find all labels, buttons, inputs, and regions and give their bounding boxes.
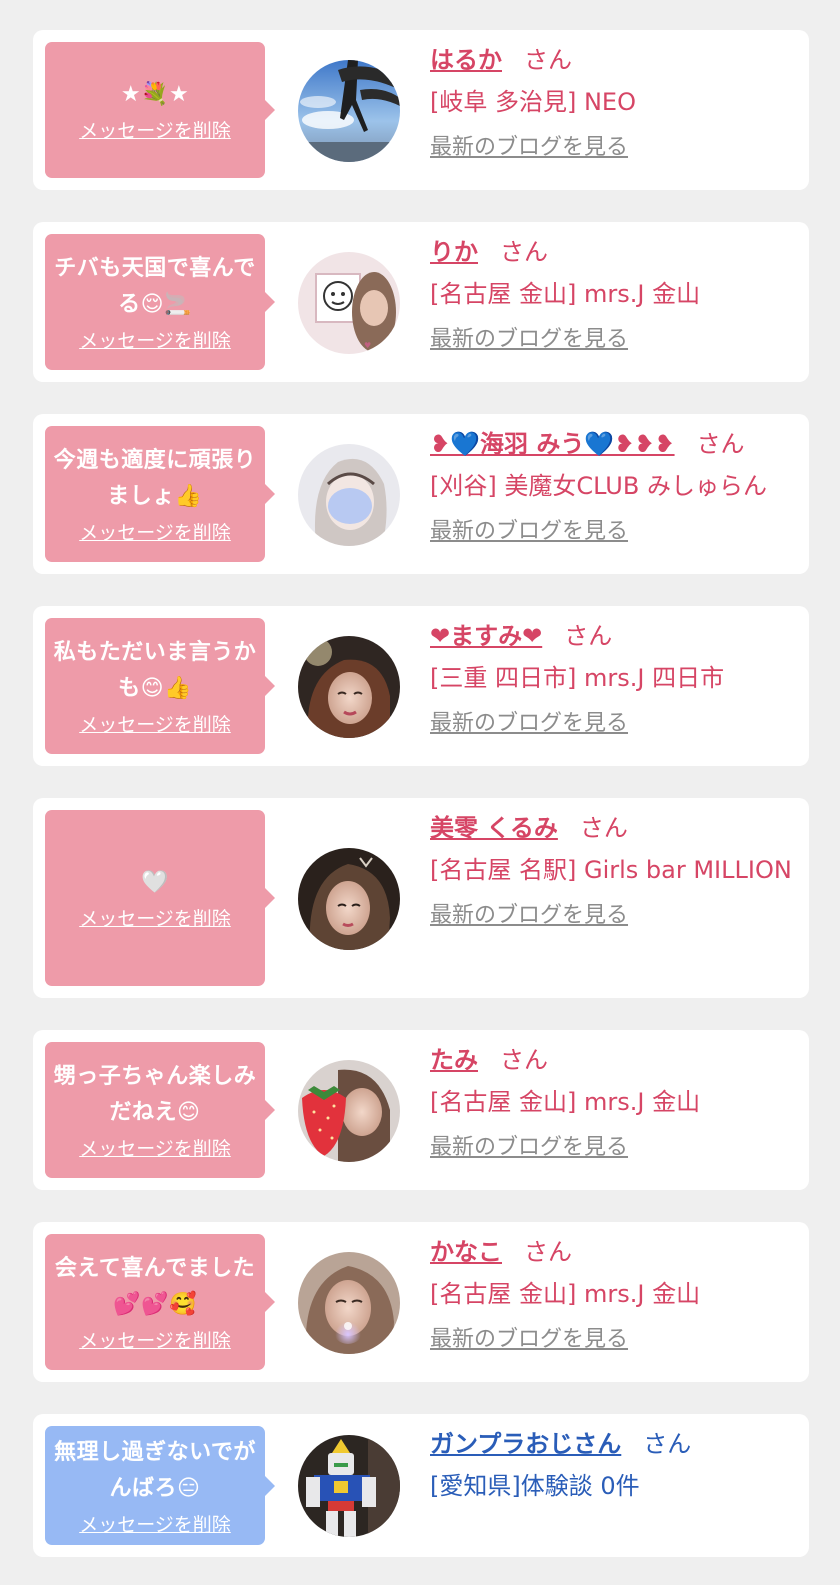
- message-text: 会えて喜んでました💕💕🥰: [54, 1256, 256, 1317]
- honorific-label: さん: [524, 46, 572, 74]
- message-card: 🤍 メッセージを削除 美零 くるみ さん [名古屋 名駅] Girls bar MIL…: [33, 798, 809, 998]
- honorific-label: さん: [500, 1046, 548, 1074]
- shop-label: [岐阜 多治見] NEO: [430, 88, 636, 116]
- name-row: 美零 くるみ さん: [430, 810, 800, 846]
- message-bubble: 無理し過ぎないでがんばろ😑 メッセージを削除: [45, 1426, 275, 1545]
- message-text: ★💐★: [120, 82, 190, 107]
- delete-message-link[interactable]: メッセージを削除: [79, 1329, 231, 1353]
- profile-info: りか さん [名古屋 金山] mrs.J 金山最新のブログを見る: [430, 234, 800, 356]
- shop-label: [名古屋 金山] mrs.J 金山: [430, 280, 701, 308]
- latest-blog-link[interactable]: 最新のブログを見る: [430, 708, 628, 740]
- message-text: 🤍: [141, 870, 169, 895]
- name-row: りか さん: [430, 234, 800, 270]
- name-row: ❤ますみ❤ さん: [430, 618, 800, 654]
- message-card: 今週も適度に頑張りましょ👍 メッセージを削除 ❥💙海羽 みう💙❥❥❥ さん [刈谷] …: [33, 414, 809, 574]
- shop-label: [名古屋 名駅] Girls bar MILLION: [430, 856, 792, 884]
- message-card: 私もただいま言うかも😊👍 メッセージを削除 ❤ますみ❤ さん [三重 四日市] mrs…: [33, 606, 809, 766]
- delete-message-link[interactable]: メッセージを削除: [79, 713, 231, 737]
- profile-info: かなこ さん [名古屋 金山] mrs.J 金山最新のブログを見る: [430, 1234, 800, 1356]
- name-row: ❥💙海羽 みう💙❥❥❥ さん: [430, 426, 800, 462]
- message-bubble: 私もただいま言うかも😊👍 メッセージを削除: [45, 618, 275, 754]
- profile-name-link[interactable]: かなこ: [430, 1238, 502, 1266]
- message-card: チバも天国で喜んでる😌🚬 メッセージを削除 ♥ りか さん [名古屋 金山] mrs.…: [33, 222, 809, 382]
- honorific-label: さん: [564, 622, 613, 650]
- profile-name-link[interactable]: はるか: [430, 46, 502, 74]
- profile-info: ガンプラおじさん さん [愛知県]体験談 0件: [430, 1426, 800, 1506]
- profile-info: はるか さん [岐阜 多治見] NEO 最新のブログを見る: [430, 42, 800, 164]
- message-text: 甥っ子ちゃん楽しみだねえ😊: [53, 1064, 257, 1125]
- message-card: 甥っ子ちゃん楽しみだねえ😊 メッセージを削除 たみ さん [名古屋 金山] mrs.J…: [33, 1030, 809, 1190]
- profile-name-link[interactable]: りか: [430, 238, 478, 266]
- message-text: 私もただいま言うかも😊👍: [53, 640, 257, 701]
- delete-message-link[interactable]: メッセージを削除: [79, 521, 231, 545]
- message-text: 今週も適度に頑張りましょ👍: [53, 448, 257, 509]
- delete-message-link[interactable]: メッセージを削除: [79, 119, 231, 143]
- latest-blog-link[interactable]: 最新のブログを見る: [430, 324, 628, 356]
- name-row: ガンプラおじさん さん: [430, 1426, 800, 1462]
- honorific-label: さん: [643, 1430, 692, 1458]
- avatar[interactable]: [298, 636, 400, 738]
- shop-label: [三重 四日市] mrs.J 四日市: [430, 664, 725, 692]
- message-text: チバも天国で喜んでる😌🚬: [54, 256, 256, 317]
- profile-name-link[interactable]: ガンプラおじさん: [430, 1430, 621, 1458]
- delete-message-link[interactable]: メッセージを削除: [79, 907, 231, 931]
- delete-message-link[interactable]: メッセージを削除: [79, 1513, 231, 1537]
- message-card: ★💐★ メッセージを削除 はるか さん [岐阜 多治見] NEO 最新のブログを見る: [33, 30, 809, 190]
- profile-name-link[interactable]: 美零 くるみ: [430, 814, 558, 842]
- profile-name-link[interactable]: たみ: [430, 1046, 478, 1074]
- shop-label: [名古屋 金山] mrs.J 金山: [430, 1280, 701, 1308]
- delete-message-link[interactable]: メッセージを削除: [79, 1137, 231, 1161]
- honorific-label: さん: [579, 814, 628, 842]
- latest-blog-link[interactable]: 最新のブログを見る: [430, 516, 628, 548]
- profile-name-link[interactable]: ❥💙海羽 みう💙❥❥❥: [430, 430, 675, 458]
- honorific-label: さん: [696, 430, 745, 458]
- shop-label: [刈谷] 美魔女CLUB みしゅらん: [430, 472, 767, 500]
- message-bubble: ★💐★ メッセージを削除: [45, 42, 275, 178]
- honorific-label: さん: [500, 238, 548, 266]
- avatar[interactable]: [298, 60, 400, 162]
- message-card: 会えて喜んでました💕💕🥰 メッセージを削除 かなこ さん [名古屋 金山] mrs.J…: [33, 1222, 809, 1382]
- delete-message-link[interactable]: メッセージを削除: [79, 329, 231, 353]
- avatar[interactable]: [298, 1252, 400, 1354]
- message-bubble: チバも天国で喜んでる😌🚬 メッセージを削除: [45, 234, 275, 370]
- profile-info: たみ さん [名古屋 金山] mrs.J 金山最新のブログを見る: [430, 1042, 800, 1164]
- latest-blog-link[interactable]: 最新のブログを見る: [430, 132, 628, 164]
- message-bubble: 甥っ子ちゃん楽しみだねえ😊 メッセージを削除: [45, 1042, 275, 1178]
- shop-label: [名古屋 金山] mrs.J 金山: [430, 1088, 701, 1116]
- message-card: 無理し過ぎないでがんばろ😑 メッセージを削除 ガンプラおじさん さん [愛知県]体験談…: [33, 1414, 809, 1557]
- latest-blog-link[interactable]: 最新のブログを見る: [430, 1132, 628, 1164]
- honorific-label: さん: [524, 1238, 572, 1266]
- profile-info: 美零 くるみ さん [名古屋 名駅] Girls bar MILLION 最新のブログ…: [430, 810, 800, 932]
- message-bubble: 🤍 メッセージを削除: [45, 810, 275, 986]
- latest-blog-link[interactable]: 最新のブログを見る: [430, 1324, 628, 1356]
- latest-blog-link[interactable]: 最新のブログを見る: [430, 900, 628, 932]
- profile-name-link[interactable]: ❤ますみ❤: [430, 622, 542, 650]
- avatar[interactable]: [298, 444, 400, 546]
- message-bubble: 今週も適度に頑張りましょ👍 メッセージを削除: [45, 426, 275, 562]
- avatar[interactable]: [298, 1435, 400, 1537]
- profile-info: ❤ますみ❤ さん [三重 四日市] mrs.J 四日市最新のブログを見る: [430, 618, 800, 740]
- avatar[interactable]: [298, 1060, 400, 1162]
- message-text: 無理し過ぎないでがんばろ😑: [54, 1439, 256, 1501]
- name-row: たみ さん: [430, 1042, 800, 1078]
- message-list: ★💐★ メッセージを削除 はるか さん [岐阜 多治見] NEO 最新のブログを見る チバ…: [0, 0, 840, 1585]
- shop-label: [愛知県]体験談 0件: [430, 1472, 640, 1500]
- profile-info: ❥💙海羽 みう💙❥❥❥ さん [刈谷] 美魔女CLUB みしゅらん最新のブログを見る: [430, 426, 800, 548]
- message-bubble: 会えて喜んでました💕💕🥰 メッセージを削除: [45, 1234, 275, 1370]
- name-row: はるか さん: [430, 42, 800, 78]
- avatar[interactable]: ♥: [298, 252, 400, 354]
- svg-text:♥: ♥: [364, 341, 371, 350]
- avatar[interactable]: [298, 848, 400, 950]
- name-row: かなこ さん: [430, 1234, 800, 1270]
